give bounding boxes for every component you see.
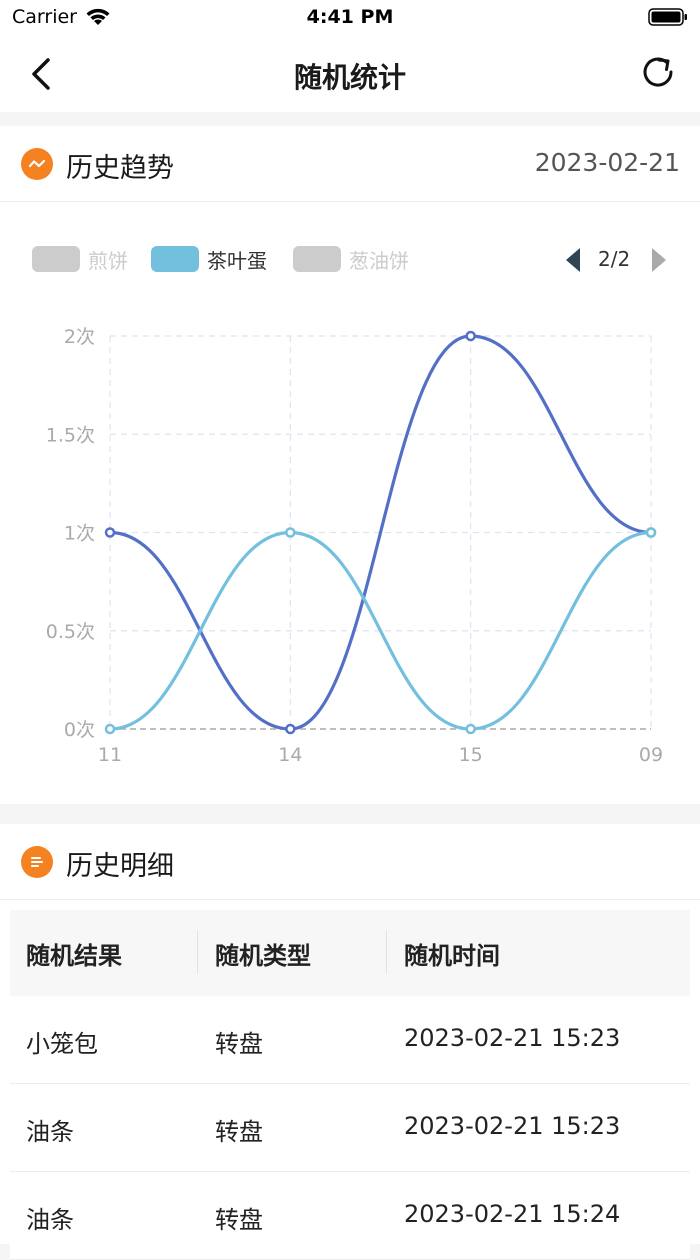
status-bar: Carrier 4:41 PM <box>0 0 700 36</box>
pager-next-icon[interactable] <box>648 246 670 274</box>
trend-date[interactable]: 2023-02-21 <box>535 148 680 177</box>
y-tick-label: 1.5次 <box>46 424 95 446</box>
column-header-time: 随机时间 <box>404 942 500 970</box>
detail-header: 历史明细 <box>0 824 700 900</box>
data-point <box>104 723 116 735</box>
trend-card: 历史趋势 2023-02-21 煎饼 茶叶蛋 葱油饼 2/2 0次 0.5次 1次 1… <box>0 126 700 804</box>
cell-type: 转盘 <box>215 1030 263 1058</box>
legend-swatch <box>32 246 80 272</box>
table-row: 油条 转盘 2023-02-21 15:24 <box>10 1172 690 1260</box>
detail-card: 历史明细 随机结果 随机类型 随机时间 小笼包 转盘 2023-02-21 15… <box>0 824 700 1260</box>
cell-time: 2023-02-21 15:23 <box>404 1024 621 1052</box>
data-point <box>645 527 657 538</box>
column-header-type: 随机类型 <box>215 942 311 970</box>
y-tick-label: 1次 <box>64 523 95 545</box>
detail-title: 历史明细 <box>66 851 174 882</box>
pager-prev-icon[interactable] <box>562 246 584 274</box>
data-point <box>104 527 116 538</box>
data-point <box>285 723 296 735</box>
trend-icon <box>21 148 53 180</box>
cell-result: 小笼包 <box>26 1030 98 1058</box>
legend-swatch <box>293 246 341 272</box>
column-divider <box>197 930 198 974</box>
cell-time: 2023-02-21 15:24 <box>404 1200 621 1228</box>
data-point <box>285 527 296 538</box>
column-divider <box>386 930 387 974</box>
column-header-result: 随机结果 <box>26 942 122 970</box>
legend-pager: 2/2 <box>598 247 631 271</box>
chart-legend: 煎饼 茶叶蛋 葱油饼 2/2 <box>0 240 700 280</box>
x-tick-label: 15 <box>459 744 483 766</box>
table-row: 油条 转盘 2023-02-21 15:23 <box>10 1084 690 1172</box>
trend-chart: 0次 0.5次 1次 1.5次 2次 11 14 15 09 <box>46 326 663 766</box>
table-row: 小笼包 转盘 2023-02-21 15:23 <box>10 996 690 1084</box>
x-tick-label: 11 <box>98 744 122 766</box>
x-tick-label: 14 <box>278 744 302 766</box>
history-table: 随机结果 随机类型 随机时间 小笼包 转盘 2023-02-21 15:23 油… <box>10 910 690 1260</box>
nav-bar: 随机统计 <box>0 36 700 112</box>
y-tick-label: 0次 <box>64 719 95 741</box>
table-header: 随机结果 随机类型 随机时间 <box>10 910 690 996</box>
status-time: 4:41 PM <box>306 6 394 28</box>
legend-label: 葱油饼 <box>349 249 409 273</box>
legend-swatch <box>151 246 199 272</box>
y-tick-label: 0.5次 <box>46 621 95 643</box>
cell-time: 2023-02-21 15:23 <box>404 1112 621 1140</box>
trend-header: 历史趋势 2023-02-21 <box>0 126 700 202</box>
cell-type: 转盘 <box>215 1206 263 1234</box>
data-point <box>465 723 476 735</box>
data-point <box>465 330 476 342</box>
page-title: 随机统计 <box>293 61 406 94</box>
trend-title: 历史趋势 <box>66 153 174 184</box>
refresh-icon[interactable] <box>638 52 678 92</box>
list-icon <box>21 846 53 878</box>
legend-label: 茶叶蛋 <box>207 249 267 273</box>
x-tick-label: 09 <box>639 744 663 766</box>
battery-icon <box>648 8 687 26</box>
cell-result: 油条 <box>26 1118 74 1146</box>
y-tick-label: 2次 <box>64 326 95 348</box>
legend-label: 煎饼 <box>88 249 128 273</box>
cell-result: 油条 <box>26 1206 74 1234</box>
cell-type: 转盘 <box>215 1118 263 1146</box>
